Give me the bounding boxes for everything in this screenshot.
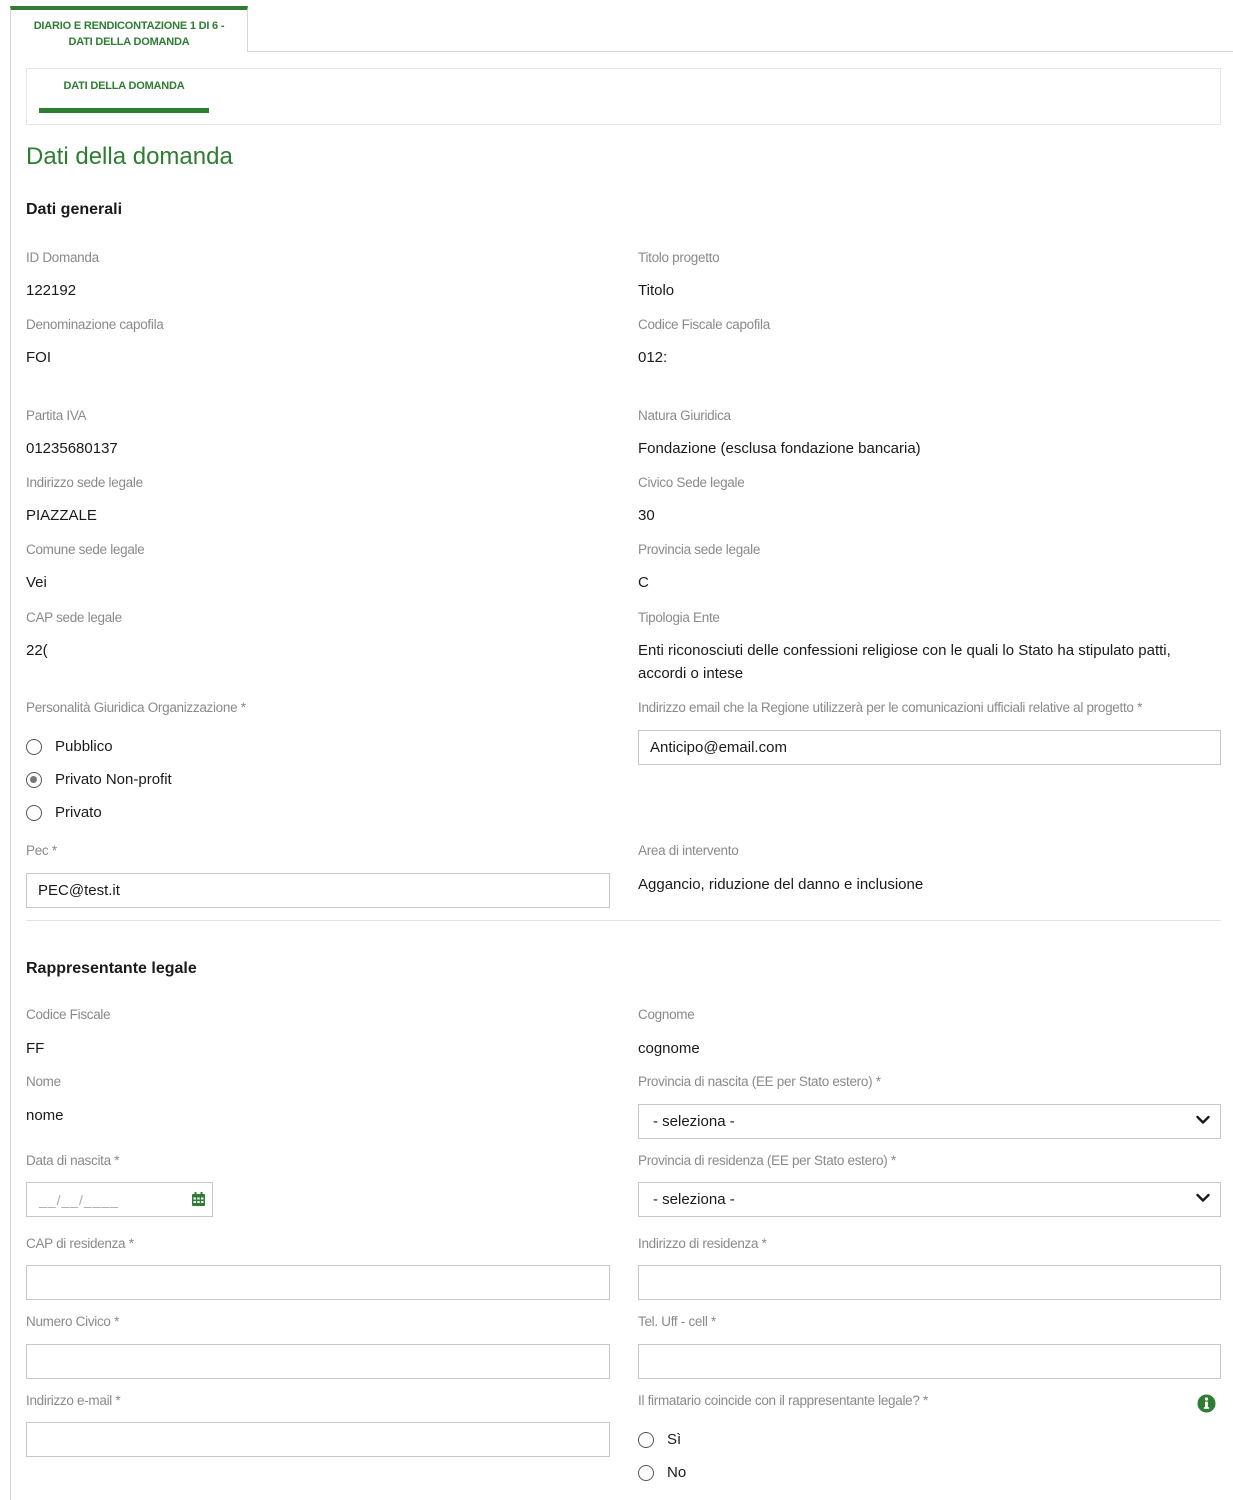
radio-label-privato-non-profit: Privato Non-profit xyxy=(55,771,172,788)
label-email: Indirizzo e-mail * xyxy=(26,1393,121,1408)
radio-circle-checked[interactable] xyxy=(26,771,42,788)
indirizzo-residenza-input[interactable] xyxy=(638,1265,1221,1300)
value-indirizzo-sede-legale: PIAZZALE xyxy=(26,507,97,524)
radio-circle[interactable] xyxy=(26,804,42,821)
radio-label-privato: Privato xyxy=(55,804,102,821)
label-denominazione-capofila: Denominazione capofila xyxy=(26,317,164,332)
radio-label-no: No xyxy=(667,1464,687,1481)
tab-divider xyxy=(248,51,1233,52)
label-cap-residenza: CAP di residenza * xyxy=(26,1236,134,1251)
label-civico-sede-legale: Civico Sede legale xyxy=(638,475,745,490)
radio-label-pubblico: Pubblico xyxy=(55,738,113,755)
radio-privato[interactable]: Privato xyxy=(26,804,102,821)
label-provincia-nascita: Provincia di nascita (EE per Stato ester… xyxy=(638,1074,881,1089)
label-provincia-residenza: Provincia di residenza (EE per Stato est… xyxy=(638,1153,896,1168)
label-titolo-progetto: Titolo progetto xyxy=(638,250,720,265)
subnav-active-indicator xyxy=(39,108,209,113)
label-pec: Pec * xyxy=(26,843,57,858)
label-cognome: Cognome xyxy=(638,1007,695,1022)
calendar-icon[interactable] xyxy=(191,1192,206,1207)
radio-label-si: Sì xyxy=(667,1431,682,1448)
radio-circle[interactable] xyxy=(26,738,42,755)
tab-label-line2: DATI DELLA DOMANDA xyxy=(68,36,190,48)
provincia-nascita-selected: - seleziona - xyxy=(653,1113,735,1130)
chevron-down-icon xyxy=(1196,1115,1210,1124)
value-denominazione-capofila: FOI xyxy=(26,349,51,366)
section-divider xyxy=(26,920,1221,921)
radio-firmatario-si[interactable]: Sì xyxy=(638,1431,681,1448)
page-title: Dati della domanda xyxy=(26,143,233,170)
label-email-regione: Indirizzo email che la Regione utilizzer… xyxy=(638,700,1143,715)
subnav-label: DATI DELLA DOMANDA xyxy=(63,80,185,92)
label-nome: Nome xyxy=(26,1074,61,1089)
label-comune-sede-legale: Comune sede legale xyxy=(26,542,145,557)
sub-navigation: DATI DELLA DOMANDA xyxy=(26,68,1221,125)
label-indirizzo-sede-legale: Indirizzo sede legale xyxy=(26,475,143,490)
provincia-nascita-select[interactable]: - seleziona - xyxy=(638,1104,1221,1139)
label-tipologia-ente: Tipologia Ente xyxy=(638,610,720,625)
numero-civico-input[interactable] xyxy=(26,1344,610,1379)
provincia-residenza-selected: - seleziona - xyxy=(653,1191,735,1208)
data-nascita-input[interactable]: __/__/____ xyxy=(26,1182,213,1217)
radio-circle[interactable] xyxy=(638,1431,654,1448)
value-nome: nome xyxy=(26,1107,64,1124)
label-area-intervento: Area di intervento xyxy=(638,843,739,858)
cap-residenza-input[interactable] xyxy=(26,1265,610,1300)
label-firmatario: Il firmatario coincide con il rappresent… xyxy=(638,1393,928,1408)
telefono-input[interactable] xyxy=(638,1344,1221,1379)
tab-label-line1: DIARIO E RENDICONTAZIONE 1 DI 6 - xyxy=(33,20,225,32)
section-title-dati-generali: Dati generali xyxy=(26,201,123,218)
value-cognome: cognome xyxy=(638,1040,700,1057)
data-nascita-placeholder: __/__/____ xyxy=(39,1192,120,1208)
content-left-border xyxy=(10,51,11,1500)
radio-firmatario-no[interactable]: No xyxy=(638,1464,686,1481)
label-partita-iva: Partita IVA xyxy=(26,408,87,423)
radio-pubblico[interactable]: Pubblico xyxy=(26,738,113,755)
label-telefono: Tel. Uff - cell * xyxy=(638,1314,716,1329)
email-input[interactable] xyxy=(26,1422,610,1457)
section-title-rappresentante-legale: Rappresentante legale xyxy=(26,960,197,977)
pec-input[interactable] xyxy=(26,873,610,908)
chevron-down-icon xyxy=(1196,1193,1210,1202)
label-personalita-giuridica: Personalità Giuridica Organizzazione * xyxy=(26,700,246,715)
value-cap-sede-legale: 22( xyxy=(26,642,48,659)
label-provincia-sede-legale: Provincia sede legale xyxy=(638,542,761,557)
label-id-domanda: ID Domanda xyxy=(26,250,99,265)
value-natura-giuridica: Fondazione (esclusa fondazione bancaria) xyxy=(638,440,921,457)
email-regione-input[interactable] xyxy=(638,730,1221,765)
value-codice-fiscale-capofila: 012: xyxy=(638,349,668,366)
subnav-item-dati-domanda[interactable]: DATI DELLA DOMANDA xyxy=(39,80,209,114)
value-provincia-sede-legale: C xyxy=(638,574,649,591)
value-tipologia-ente: Enti riconosciuti delle confessioni reli… xyxy=(638,642,1171,682)
value-partita-iva: 01235680137 xyxy=(26,440,118,457)
value-id-domanda: 122192 xyxy=(26,282,77,299)
label-natura-giuridica: Natura Giuridica xyxy=(638,408,731,423)
label-numero-civico: Numero Civico * xyxy=(26,1314,120,1329)
radio-circle[interactable] xyxy=(638,1464,654,1481)
label-data-nascita: Data di nascita * xyxy=(26,1153,120,1168)
label-codice-fiscale: Codice Fiscale xyxy=(26,1007,111,1022)
label-codice-fiscale-capofila: Codice Fiscale capofila xyxy=(638,317,770,332)
value-area-intervento: Aggancio, riduzione del danno e inclusio… xyxy=(638,876,924,893)
value-titolo-progetto: Titolo xyxy=(638,282,675,299)
value-comune-sede-legale: Vei xyxy=(26,574,47,591)
value-codice-fiscale: FF xyxy=(26,1040,45,1057)
label-indirizzo-residenza: Indirizzo di residenza * xyxy=(638,1236,767,1251)
value-civico-sede-legale: 30 xyxy=(638,507,655,524)
radio-privato-non-profit[interactable]: Privato Non-profit xyxy=(26,771,172,788)
provincia-residenza-select[interactable]: - seleziona - xyxy=(638,1182,1221,1217)
tab-dati-domanda[interactable]: DIARIO E RENDICONTAZIONE 1 DI 6 - DATI D… xyxy=(10,6,248,52)
info-icon[interactable] xyxy=(1197,1394,1216,1413)
label-cap-sede-legale: CAP sede legale xyxy=(26,610,122,625)
